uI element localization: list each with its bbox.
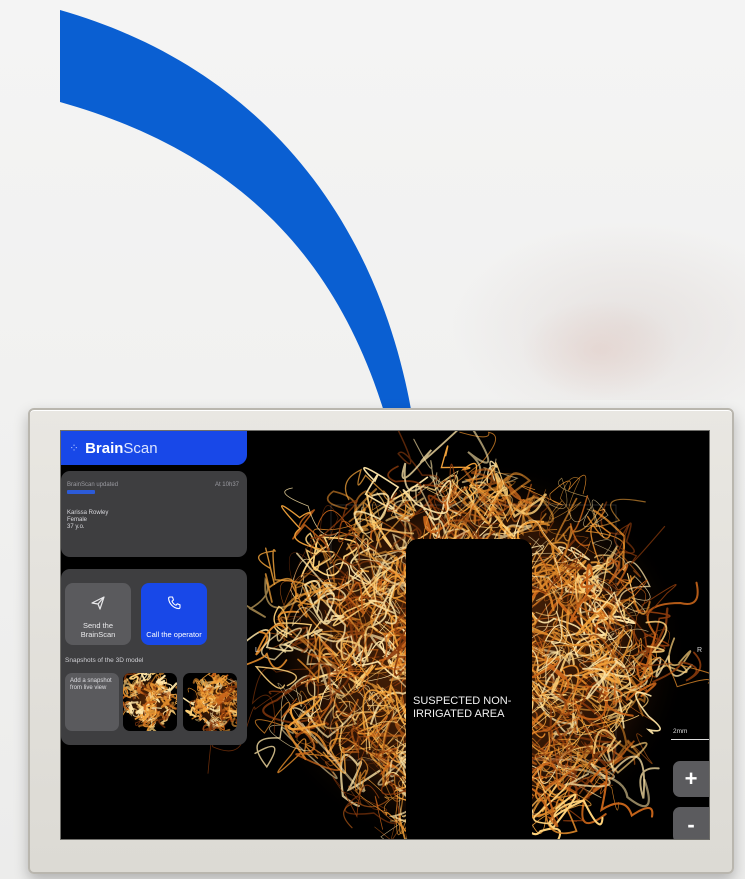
update-link[interactable] <box>67 490 95 494</box>
brand-dots-icon: ⁘ <box>69 441 80 455</box>
brand-name-secondary: Scan <box>123 439 158 457</box>
scale-label: 2mm <box>673 728 688 735</box>
patient-age: 37 y.o. <box>67 524 85 530</box>
scale-bar <box>671 739 709 740</box>
patient-info-card: BrainScan updated At 10h37 Karissa Rowle… <box>61 471 247 557</box>
add-snapshot-label: Add a snapshot from live view <box>70 678 112 691</box>
snapshot-thumbnail[interactable] <box>123 673 177 731</box>
monitor-bezel: ⁘ Brain Scan BrainScan updated At 10h37 … <box>28 408 734 874</box>
brand-name-primary: Brain <box>85 439 124 457</box>
call-operator-button[interactable]: Call the operator <box>141 583 207 645</box>
send-button-label: Send the BrainScan <box>80 621 116 639</box>
patient-sex: Female <box>67 517 88 523</box>
add-snapshot-button[interactable]: Add a snapshot from live view <box>65 673 119 731</box>
phone-icon <box>168 596 181 610</box>
screen: ⁘ Brain Scan BrainScan updated At 10h37 … <box>60 430 710 840</box>
update-time: At 10h37 <box>214 482 239 488</box>
brand-header: ⁘ Brain Scan <box>61 431 247 465</box>
suspected-area-label: SUSPECTED NON-IRRIGATED AREA <box>413 695 512 720</box>
update-status-text: BrainScan updated <box>67 482 119 488</box>
paper-plane-icon <box>91 596 105 610</box>
left-orientation-marker: L <box>255 647 259 654</box>
zoom-in-button[interactable]: + <box>673 761 709 797</box>
call-button-label: Call the operator <box>146 629 202 639</box>
right-orientation-marker: R <box>697 647 703 654</box>
snapshots-title: Snapshots of the 3D model <box>65 657 144 664</box>
snapshot-thumbnail[interactable] <box>183 673 237 731</box>
zoom-out-button[interactable]: - <box>673 807 709 839</box>
suspected-area-overlay <box>406 539 532 839</box>
patient-name: Karissa Rowley <box>67 510 109 516</box>
actions-card: Send the BrainScan Call the operator Sna… <box>61 569 247 745</box>
send-brainscan-button[interactable]: Send the BrainScan <box>65 583 131 645</box>
